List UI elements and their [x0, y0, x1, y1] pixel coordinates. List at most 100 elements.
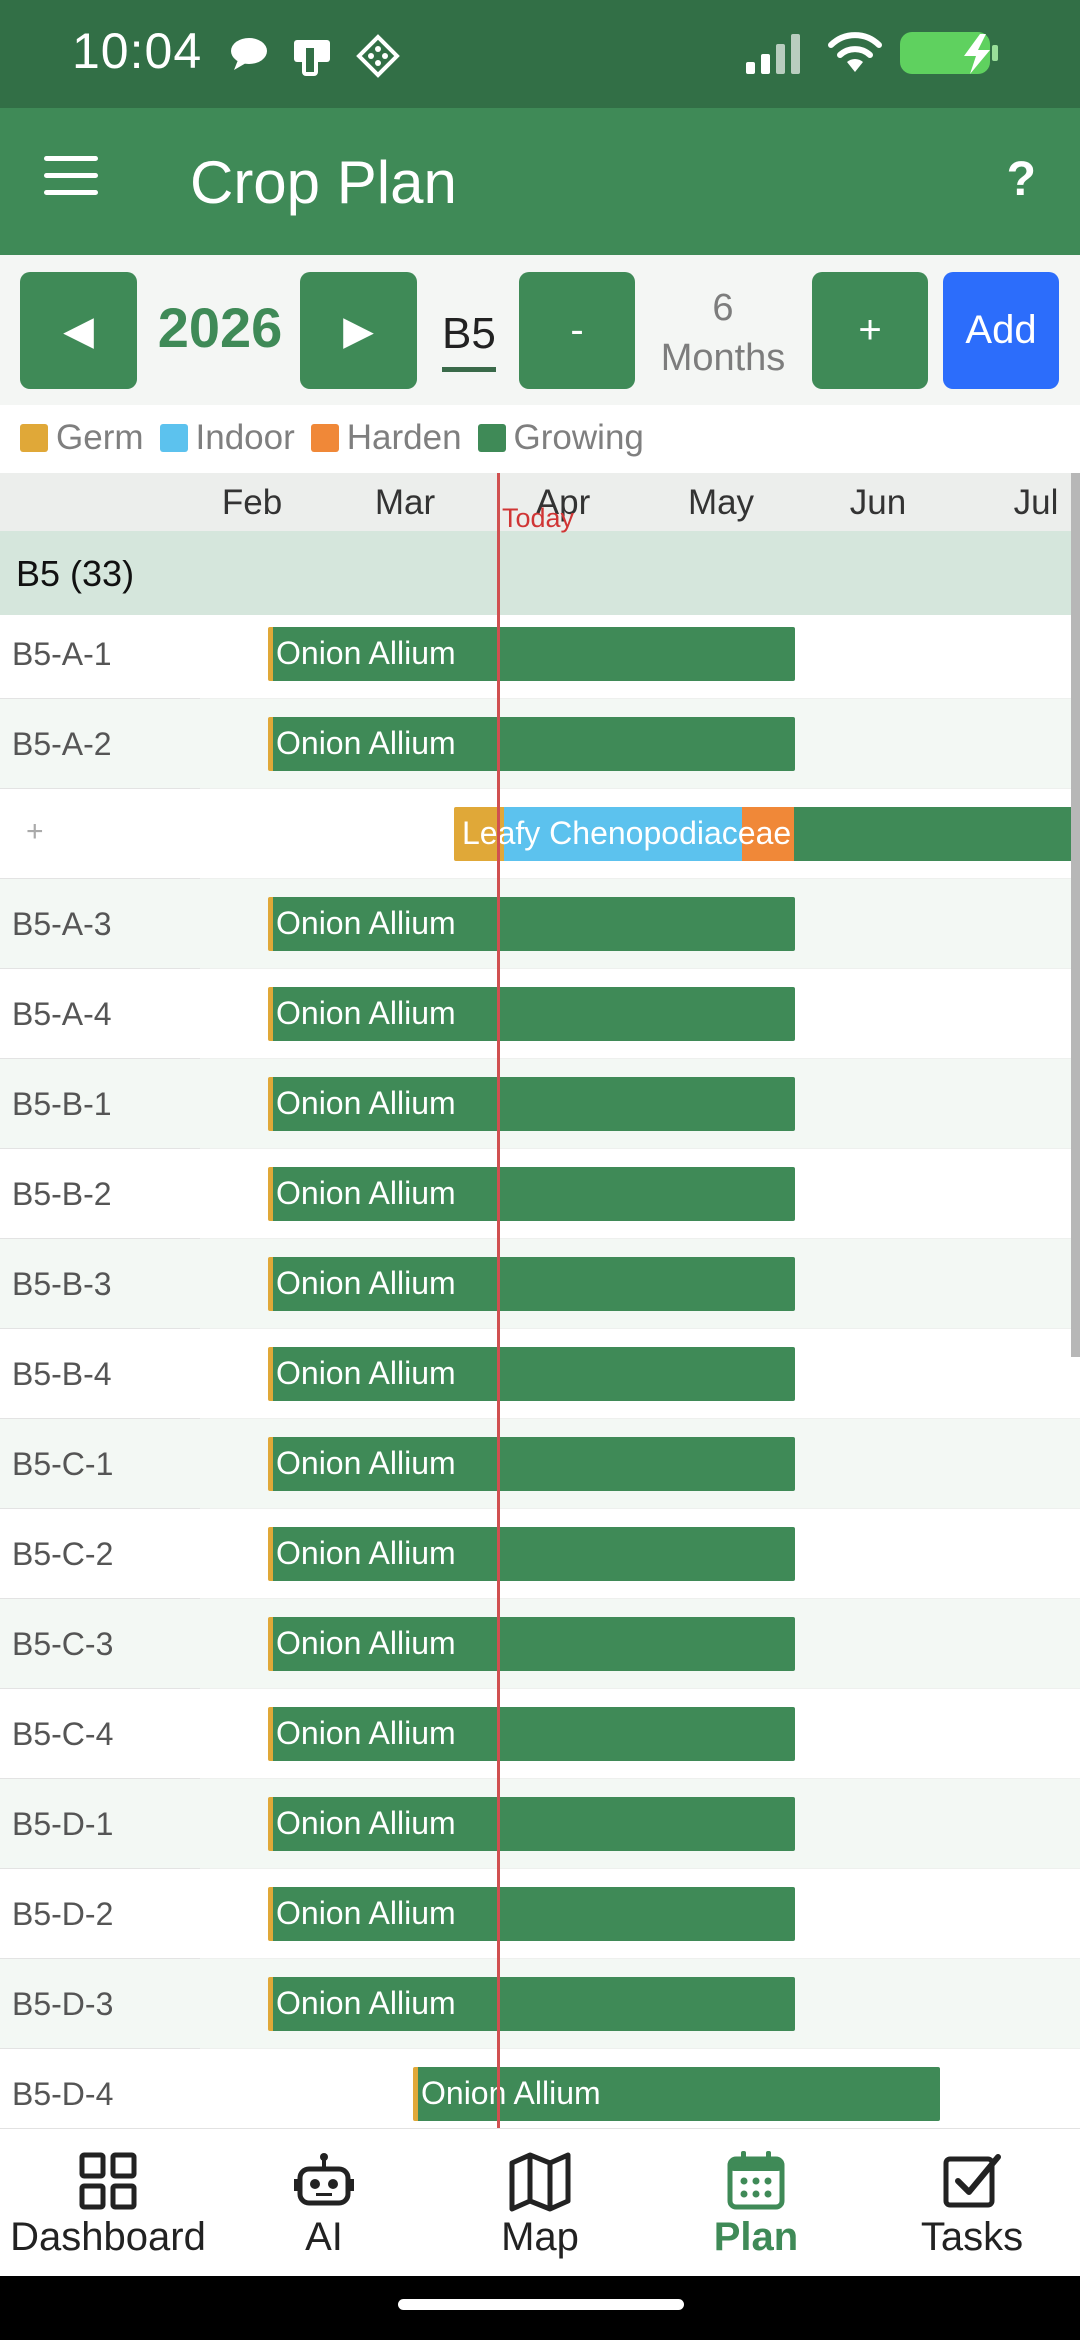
- prev-year-button[interactable]: ◀: [20, 272, 137, 389]
- legend-swatch: [310, 424, 339, 452]
- month-label: Mar: [374, 483, 436, 522]
- group-label: B5 (33): [16, 553, 135, 594]
- bed-row[interactable]: B5-D-2 Onion Allium: [0, 1869, 1080, 1959]
- bed-label: B5-D-2: [12, 1896, 114, 1932]
- add-button[interactable]: Add: [943, 272, 1059, 389]
- range-number: 6: [712, 287, 734, 329]
- bed-label: B5-A-1: [12, 636, 112, 672]
- nav-tasks[interactable]: Tasks: [864, 2129, 1080, 2277]
- year-display: 2026: [157, 296, 283, 359]
- home-indicator[interactable]: [398, 2299, 684, 2310]
- chat-bubble-icon: [231, 38, 267, 70]
- crop-bar[interactable]: Onion Allium: [268, 1527, 795, 1581]
- bottom-nav: Dashboard AI Map Plan Tasks: [0, 2128, 1080, 2276]
- bed-label: B5-D-4: [12, 2076, 114, 2112]
- hamburger-menu-icon[interactable]: [44, 156, 98, 200]
- crop-bar[interactable]: Onion Allium: [268, 987, 795, 1041]
- bed-row[interactable]: B5-C-4 Onion Allium: [0, 1689, 1080, 1779]
- crop-bar[interactable]: Onion Allium: [268, 1977, 795, 2031]
- bed-label: B5-D-3: [12, 1986, 114, 2022]
- timeline-rows: B5-A-1 Onion Allium B5-A-2 Onion Allium + Lea…: [0, 609, 1080, 2128]
- bed-label: B5-B-3: [12, 1266, 112, 1302]
- bed-row[interactable]: + Leafy Chenopodiaceae: [0, 789, 1080, 879]
- bed-row[interactable]: B5-A-4 Onion Allium: [0, 969, 1080, 1059]
- zoom-in-button[interactable]: +: [812, 272, 928, 389]
- nav-map[interactable]: Map: [432, 2129, 648, 2277]
- status-bar: 10:04: [0, 0, 1080, 108]
- calendar-icon: [727, 2151, 785, 2210]
- crop-bar[interactable]: Onion Allium: [268, 717, 795, 771]
- crop-name: Onion Allium: [276, 725, 456, 761]
- nav-ai[interactable]: AI: [216, 2129, 432, 2277]
- crop-name: Onion Allium: [276, 1895, 456, 1931]
- month-label: May: [687, 483, 755, 522]
- today-label: Today: [502, 503, 575, 533]
- month-label: Jul: [1013, 483, 1059, 522]
- bed-row[interactable]: B5-A-2 Onion Allium: [0, 699, 1080, 789]
- crop-bar[interactable]: Onion Allium: [268, 1437, 795, 1491]
- nav-dashboard[interactable]: Dashboard: [0, 2129, 216, 2277]
- zoom-out-button[interactable]: -: [519, 272, 635, 389]
- bed-row[interactable]: B5-B-3 Onion Allium: [0, 1239, 1080, 1329]
- crop-bar[interactable]: Onion Allium: [268, 1347, 795, 1401]
- plan-controls: ◀ 2026 ▶ - 6 Months + Add: [0, 255, 1080, 405]
- bed-row[interactable]: B5-B-4 Onion Allium: [0, 1329, 1080, 1419]
- bed-row[interactable]: B5-B-2 Onion Allium: [0, 1149, 1080, 1239]
- scrollbar-thumb[interactable]: [1071, 473, 1080, 1357]
- crop-bar[interactable]: Onion Allium: [268, 1797, 795, 1851]
- bed-label: B5-D-1: [12, 1806, 114, 1842]
- bed-row[interactable]: B5-A-1 Onion Allium: [0, 609, 1080, 699]
- nav-label: Tasks: [920, 2215, 1024, 2259]
- app-bar: Crop Plan ?: [0, 108, 1080, 255]
- bed-row[interactable]: B5-C-3 Onion Allium: [0, 1599, 1080, 1689]
- bed-filter-input[interactable]: [442, 300, 496, 372]
- nav-label: Plan: [713, 2215, 799, 2259]
- crop-bar[interactable]: Onion Allium: [268, 1257, 795, 1311]
- robot-icon: [294, 2153, 354, 2206]
- crop-name: Onion Allium: [276, 1355, 456, 1391]
- crop-bar[interactable]: Onion Allium: [268, 1887, 795, 1941]
- bed-label: B5-C-4: [12, 1716, 114, 1752]
- bed-group-header[interactable]: B5 (33): [0, 531, 1080, 615]
- crop-name: Onion Allium: [276, 905, 456, 941]
- crop-name: Onion Allium: [276, 635, 456, 671]
- help-button[interactable]: ?: [1007, 152, 1036, 207]
- crop-name: Onion Allium: [276, 1535, 456, 1571]
- bed-row[interactable]: B5-C-2 Onion Allium: [0, 1509, 1080, 1599]
- crop-bar[interactable]: Onion Allium: [268, 1617, 795, 1671]
- crop-bar[interactable]: Onion Allium: [268, 1707, 795, 1761]
- legend-swatch: [159, 424, 188, 452]
- legend: Germ Indoor Harden Growing: [0, 405, 1080, 471]
- checkbox-icon: [943, 2154, 1001, 2208]
- crop-bar[interactable]: Onion Allium: [268, 1077, 795, 1131]
- next-year-button[interactable]: ▶: [300, 272, 417, 389]
- diamond-grid-icon: [356, 34, 400, 78]
- add-row-button[interactable]: +: [26, 815, 44, 849]
- bed-row[interactable]: B5-B-1 Onion Allium: [0, 1059, 1080, 1149]
- bed-row[interactable]: B5-D-1 Onion Allium: [0, 1779, 1080, 1869]
- battery-charging-icon: [900, 32, 998, 74]
- crop-name: Onion Allium: [276, 1175, 456, 1211]
- bed-row[interactable]: B5-C-1 Onion Allium: [0, 1419, 1080, 1509]
- legend-swatch: [20, 424, 48, 452]
- crop-name: Onion Allium: [276, 1265, 456, 1301]
- bed-label: B5-A-2: [12, 726, 112, 762]
- crop-bar[interactable]: Onion Allium: [268, 897, 795, 951]
- crop-name: Onion Allium: [276, 1715, 456, 1751]
- crop-name: Onion Allium: [421, 2075, 601, 2111]
- crop-bar[interactable]: Onion Allium: [268, 627, 795, 681]
- crop-bar[interactable]: Leafy Chenopodiaceae: [454, 807, 1080, 861]
- scrollbar[interactable]: [1071, 473, 1080, 2128]
- crop-bar[interactable]: Onion Allium: [413, 2067, 940, 2121]
- bed-row[interactable]: B5-D-3 Onion Allium: [0, 1959, 1080, 2049]
- bed-label: B5-C-1: [12, 1446, 114, 1482]
- nav-plan[interactable]: Plan: [648, 2129, 864, 2277]
- dashboard-grid-icon: [79, 2152, 137, 2210]
- crop-name: Onion Allium: [276, 1625, 456, 1661]
- crop-bar[interactable]: Onion Allium: [268, 1167, 795, 1221]
- bed-row[interactable]: B5-A-3 Onion Allium: [0, 879, 1080, 969]
- bed-label: B5-C-2: [12, 1536, 114, 1572]
- crop-timeline[interactable]: Feb Mar Apr May Jun Jul B5 (33) B5-A-1 On…: [0, 473, 1080, 2128]
- bed-row[interactable]: B5-D-4 Onion Allium: [0, 2049, 1080, 2128]
- nav-label: AI: [305, 2215, 343, 2259]
